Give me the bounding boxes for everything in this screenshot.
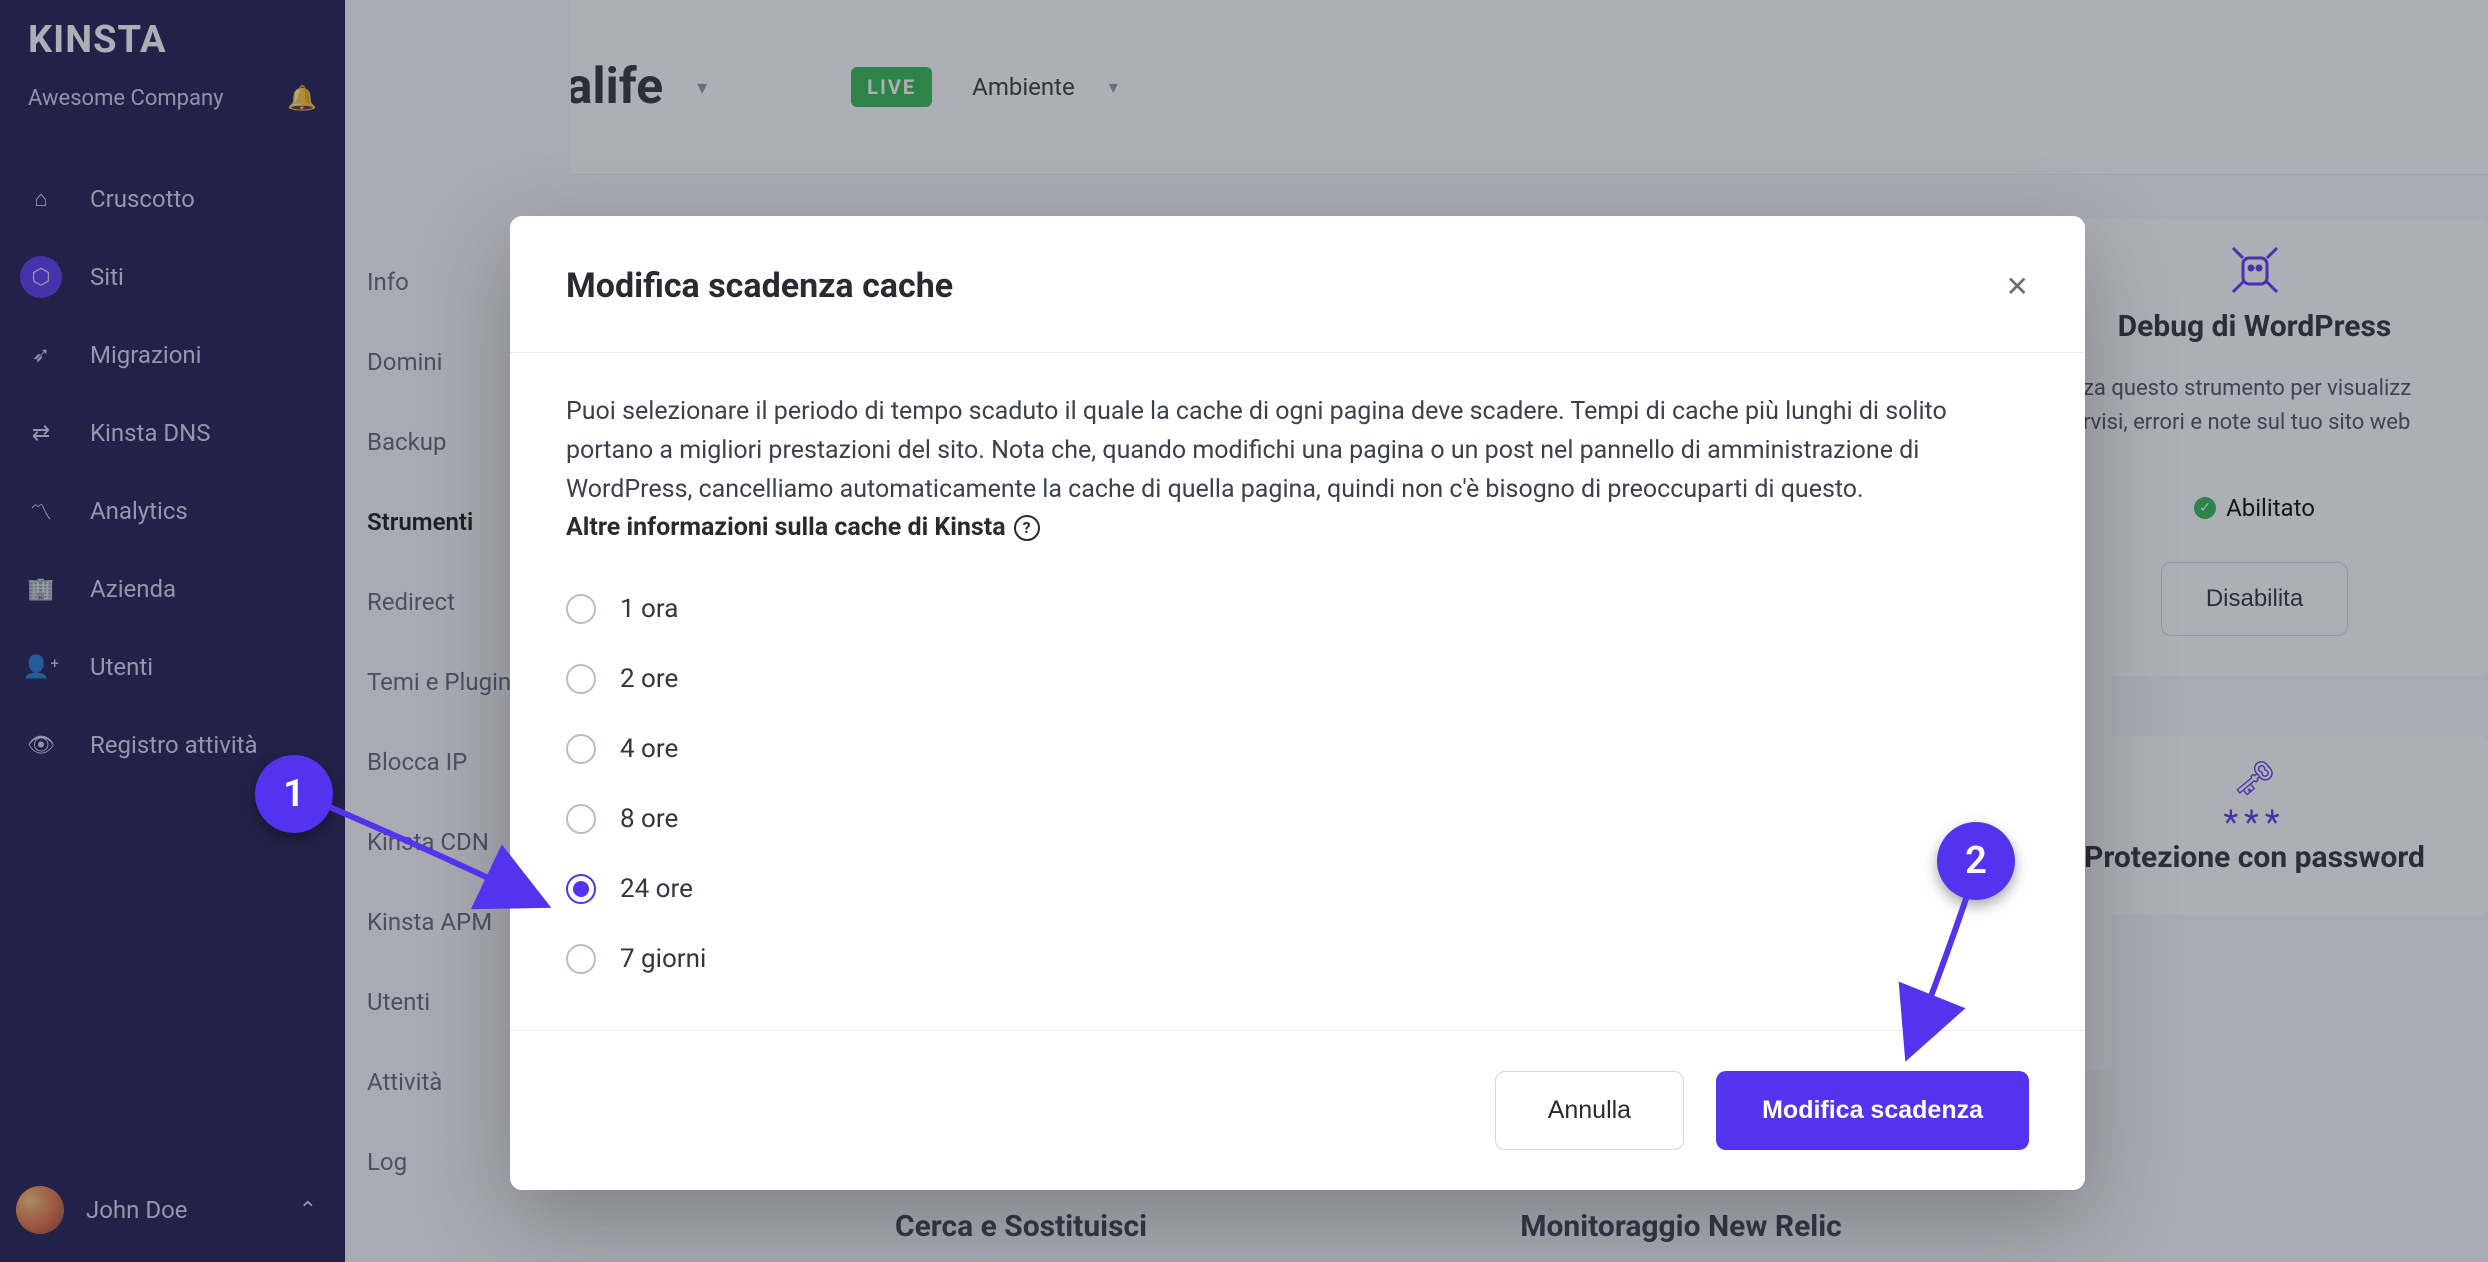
radio-icon — [566, 664, 596, 694]
cache-option-4-ore[interactable]: 4 ore — [566, 734, 2029, 764]
cache-expiration-modal: Modifica scadenza cache ✕ Puoi seleziona… — [510, 216, 2085, 1190]
modal-close-button[interactable]: ✕ — [2006, 270, 2029, 303]
cache-option-8-ore[interactable]: 8 ore — [566, 804, 2029, 834]
radio-icon — [566, 944, 596, 974]
radio-label: 4 ore — [620, 734, 678, 764]
annotation-bubble-1: 1 — [255, 755, 333, 833]
radio-label: 7 giorni — [620, 944, 706, 974]
modal-title: Modifica scadenza cache — [566, 266, 953, 306]
radio-icon — [566, 594, 596, 624]
modal-more-info-text: Altre informazioni sulla cache di Kinsta — [566, 513, 1006, 542]
radio-label: 1 ora — [620, 594, 678, 624]
confirm-button[interactable]: Modifica scadenza — [1716, 1071, 2029, 1150]
radio-label: 8 ore — [620, 804, 678, 834]
cache-option-2-ore[interactable]: 2 ore — [566, 664, 2029, 694]
cache-option-1-ora[interactable]: 1 ora — [566, 594, 2029, 624]
radio-icon — [566, 874, 596, 904]
radio-label: 24 ore — [620, 874, 693, 904]
cache-option-7-giorni[interactable]: 7 giorni — [566, 944, 2029, 974]
cache-expiration-radio-group: 1 ora 2 ore 4 ore 8 ore 24 ore 7 giorni — [566, 594, 2029, 974]
radio-icon — [566, 804, 596, 834]
radio-icon — [566, 734, 596, 764]
help-icon: ? — [1014, 515, 1040, 541]
cancel-button[interactable]: Annulla — [1495, 1071, 1684, 1150]
radio-label: 2 ore — [620, 664, 678, 694]
cache-option-24-ore[interactable]: 24 ore — [566, 874, 2029, 904]
annotation-bubble-2: 2 — [1937, 822, 2015, 900]
modal-description: Puoi selezionare il periodo di tempo sca… — [566, 393, 2029, 509]
modal-more-info-link[interactable]: Altre informazioni sulla cache di Kinsta… — [566, 513, 1040, 542]
